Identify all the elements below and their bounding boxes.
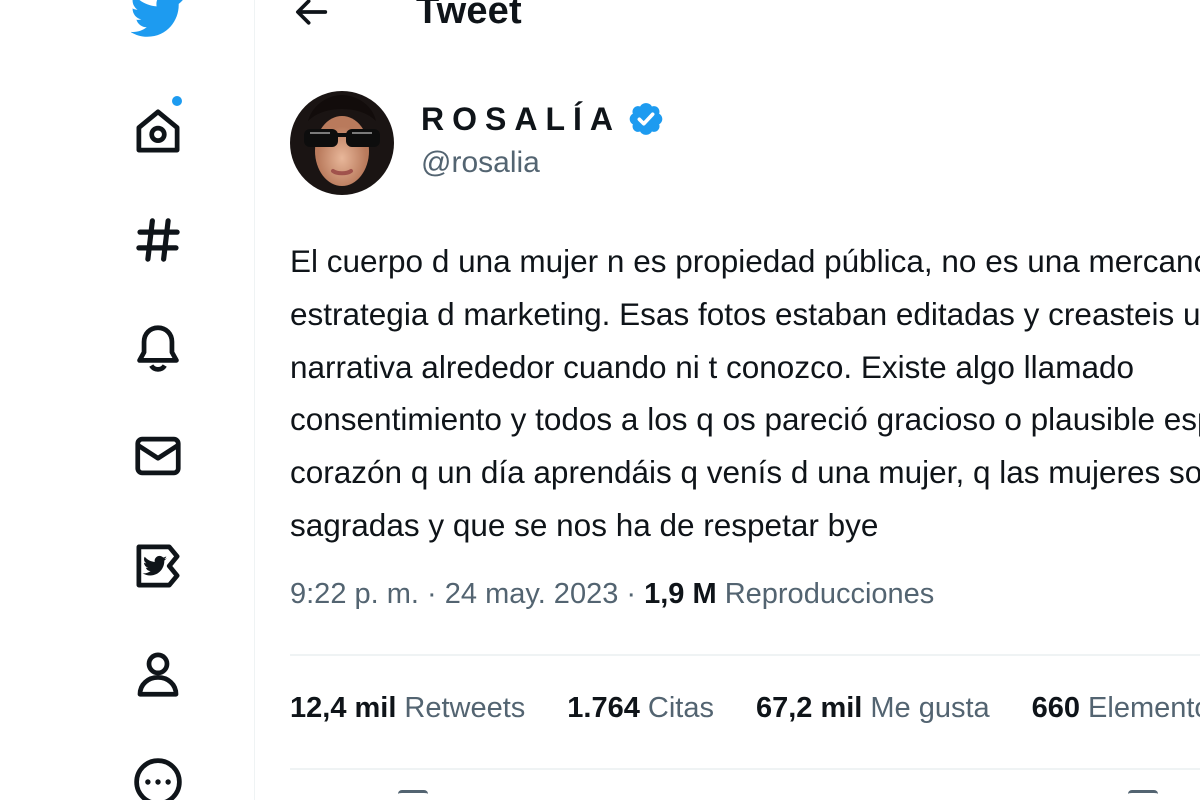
sidebar-item-explore[interactable] (130, 212, 186, 268)
tweet-detail-column: Tweet ROSALÍA @rosalia El cuerpo d una m… (256, 0, 1200, 800)
tweet-text-line: corazón q un día aprendáis q venís d una… (290, 454, 1200, 491)
retweets-stat[interactable]: 12,4 mil Retweets (290, 692, 525, 725)
hashtag-icon (136, 218, 180, 262)
views-label: Reproducciones (724, 578, 935, 610)
reply-icon[interactable] (398, 790, 428, 800)
profile-photo (290, 91, 394, 195)
bookmarks-stat[interactable]: 660Elementos guardados (1032, 692, 1200, 725)
likes-stat[interactable]: 67,2 mil Me gusta (756, 692, 990, 725)
bookmarks-count: 660 (1031, 692, 1081, 724)
quotes-label: Citas (647, 692, 714, 724)
sidebar (0, 0, 255, 800)
views-count: 1,9 M (644, 578, 717, 610)
page-title: Tweet (416, 0, 522, 32)
bookmarks-label: Elementos guardados (1088, 692, 1200, 724)
tweet-text-line: El cuerpo d una mujer n es propiedad púb… (290, 243, 1200, 279)
tweet-text-line: estrategia d marketing. Esas fotos estab… (290, 295, 1200, 332)
tweet-stats: 12,4 mil Retweets 1.764 Citas 67,2 mil Me g… (290, 692, 1200, 725)
sidebar-item-messages[interactable] (130, 428, 186, 484)
retweets-label: Retweets (404, 692, 526, 724)
notification-dot (170, 94, 184, 108)
home-icon (136, 109, 180, 153)
sidebar-item-home[interactable] (130, 103, 186, 159)
author-display-name: ROSALÍA (421, 100, 621, 137)
author-name[interactable]: ROSALÍA (421, 100, 665, 138)
mail-icon (135, 436, 181, 476)
retweets-count: 12,4 mil (290, 692, 397, 724)
sidebar-item-notifications[interactable] (130, 320, 186, 376)
more-circle-icon (134, 758, 182, 800)
back-arrow-icon (296, 0, 328, 25)
sidebar-item-verified[interactable] (130, 538, 186, 594)
quotes-count: 1.764 (567, 692, 640, 724)
divider (290, 768, 1200, 770)
author-handle[interactable]: @rosalia (421, 146, 540, 180)
sidebar-item-profile[interactable] (130, 646, 186, 702)
tweet-date[interactable]: 24 may. 2023 (445, 578, 619, 610)
back-button[interactable] (290, 0, 334, 32)
tweet-time[interactable]: 9:22 p. m. (290, 578, 419, 610)
share-icon[interactable] (1128, 790, 1158, 800)
sidebar-item-more[interactable] (130, 754, 186, 800)
bell-icon (137, 325, 179, 372)
likes-label: Me gusta (870, 692, 990, 724)
tweet-text-line: consentimiento y todos a los q os pareci… (290, 401, 1200, 438)
tweet-text: El cuerpo d una mujer n es propiedad púb… (290, 235, 1200, 552)
tweet-text-line: narrativa alrededor cuando ni t conozco.… (290, 348, 1134, 385)
verified-badge-icon (629, 103, 663, 135)
likes-count: 67,2 mil (755, 692, 863, 724)
meta-separator: · (626, 578, 645, 610)
tweet-meta: 9:22 p. m. · 24 may. 2023 · 1,9 M Reprod… (290, 578, 934, 611)
meta-separator: · (427, 578, 445, 610)
twitter-bird-icon[interactable] (130, 0, 186, 42)
tweet-text-line: sagradas y que se nos ha de respetar bye (290, 506, 879, 543)
divider (290, 654, 1200, 656)
person-icon (137, 652, 179, 697)
avatar[interactable] (290, 91, 394, 195)
twitter-blue-icon (136, 544, 180, 588)
app-window: Tweet ROSALÍA @rosalia El cuerpo d una m… (0, 0, 1200, 800)
quotes-stat[interactable]: 1.764 Citas (567, 692, 714, 725)
